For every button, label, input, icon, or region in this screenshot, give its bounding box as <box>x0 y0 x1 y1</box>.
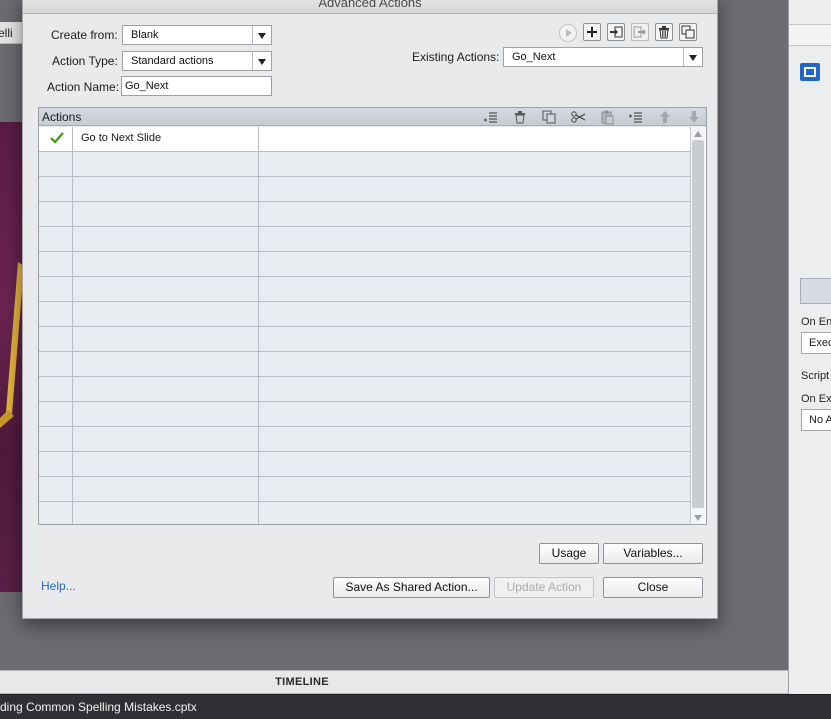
on-exit-label: On Ex <box>801 393 831 405</box>
timeline-label: TIMELINE <box>275 676 329 688</box>
chevron-down-icon <box>252 52 271 70</box>
cut-icon[interactable] <box>570 109 586 125</box>
action-type-select[interactable]: Standard actions <box>122 51 272 71</box>
row-command-cell[interactable]: Go to Next Slide <box>73 127 259 151</box>
create-from-label: Create from: <box>51 28 118 42</box>
chevron-down-icon <box>683 48 702 66</box>
existing-actions-label: Existing Actions: <box>412 50 500 64</box>
table-row[interactable] <box>39 402 690 427</box>
action-name-input[interactable] <box>121 76 272 96</box>
table-row[interactable] <box>39 302 690 327</box>
check-icon <box>50 132 64 144</box>
move-down-icon[interactable] <box>686 109 702 125</box>
table-row[interactable] <box>39 352 690 377</box>
slide-artwork <box>0 262 22 432</box>
on-enter-label: On En <box>801 316 831 328</box>
delete-icon[interactable] <box>655 23 673 41</box>
add-action-icon[interactable] <box>583 23 601 41</box>
action-name-label: Action Name: <box>47 80 120 94</box>
table-row[interactable] <box>39 227 690 252</box>
app-canvas-background-bottom <box>0 618 790 670</box>
paste-icon[interactable] <box>599 109 615 125</box>
properties-panel: On En Exec Script On Ex No A <box>788 0 831 694</box>
preview-icon[interactable] <box>559 24 577 42</box>
script-label: Script <box>801 370 830 382</box>
properties-panel-header <box>789 24 831 46</box>
document-tab[interactable]: elli <box>0 22 22 44</box>
table-row[interactable]: Go to Next Slide <box>39 127 690 152</box>
existing-actions-value: Go_Next <box>512 51 556 63</box>
scroll-thumb[interactable] <box>692 140 704 508</box>
actions-tab[interactable] <box>800 278 831 304</box>
table-row[interactable] <box>39 277 690 302</box>
variables-button[interactable]: Variables... <box>603 543 703 564</box>
close-button[interactable]: Close <box>603 577 703 598</box>
table-row[interactable] <box>39 477 690 502</box>
actions-panel-header: Actions <box>39 108 706 126</box>
advanced-actions-dialog: Advanced Actions Create from: Blank Acti… <box>22 0 718 619</box>
usage-button[interactable]: Usage <box>539 543 599 564</box>
actions-panel-title: Actions <box>42 110 82 124</box>
action-type-label: Action Type: <box>52 54 118 68</box>
vertical-scrollbar[interactable] <box>690 127 706 524</box>
actions-panel: Actions Go to Next Slide <box>38 107 707 525</box>
table-row[interactable] <box>39 377 690 402</box>
scroll-down-icon[interactable] <box>694 515 702 521</box>
on-exit-select[interactable]: No A <box>801 409 831 431</box>
create-from-value: Blank <box>131 29 159 41</box>
table-row[interactable] <box>39 427 690 452</box>
table-row[interactable] <box>39 452 690 477</box>
update-action-button[interactable]: Update Action <box>494 577 594 598</box>
action-type-value: Standard actions <box>131 55 214 67</box>
dialog-title: Advanced Actions <box>318 0 422 10</box>
table-row[interactable] <box>39 152 690 177</box>
create-from-select[interactable]: Blank <box>122 25 272 45</box>
actions-grid: Go to Next Slide <box>39 127 690 524</box>
copy-icon[interactable] <box>541 109 557 125</box>
move-up-icon[interactable] <box>657 109 673 125</box>
chevron-down-icon <box>252 26 271 44</box>
slide-properties-icon[interactable] <box>800 63 820 81</box>
scroll-up-icon[interactable] <box>694 131 702 137</box>
existing-actions-select[interactable]: Go_Next <box>503 47 703 67</box>
insert-row-icon[interactable] <box>628 109 644 125</box>
table-row[interactable] <box>39 327 690 352</box>
help-link[interactable]: Help... <box>41 579 76 593</box>
slide-stage <box>0 122 22 592</box>
document-tab-label: elli <box>0 26 13 40</box>
status-filename: ding Common Spelling Mistakes.cptx <box>0 700 197 714</box>
add-row-icon[interactable] <box>483 109 499 125</box>
timeline-panel-bar[interactable]: TIMELINE <box>0 670 788 694</box>
dialog-titlebar[interactable]: Advanced Actions <box>23 0 717 14</box>
row-status-cell <box>39 127 73 151</box>
export-icon[interactable] <box>631 23 649 41</box>
table-row[interactable] <box>39 202 690 227</box>
on-enter-select[interactable]: Exec <box>801 332 831 354</box>
duplicate-icon[interactable] <box>679 23 697 41</box>
import-icon[interactable] <box>607 23 625 41</box>
table-row[interactable] <box>39 252 690 277</box>
table-row[interactable] <box>39 177 690 202</box>
save-as-shared-action-button[interactable]: Save As Shared Action... <box>333 577 490 598</box>
status-bar: ding Common Spelling Mistakes.cptx <box>0 694 831 719</box>
delete-row-icon[interactable] <box>512 109 528 125</box>
table-row[interactable] <box>39 502 690 524</box>
